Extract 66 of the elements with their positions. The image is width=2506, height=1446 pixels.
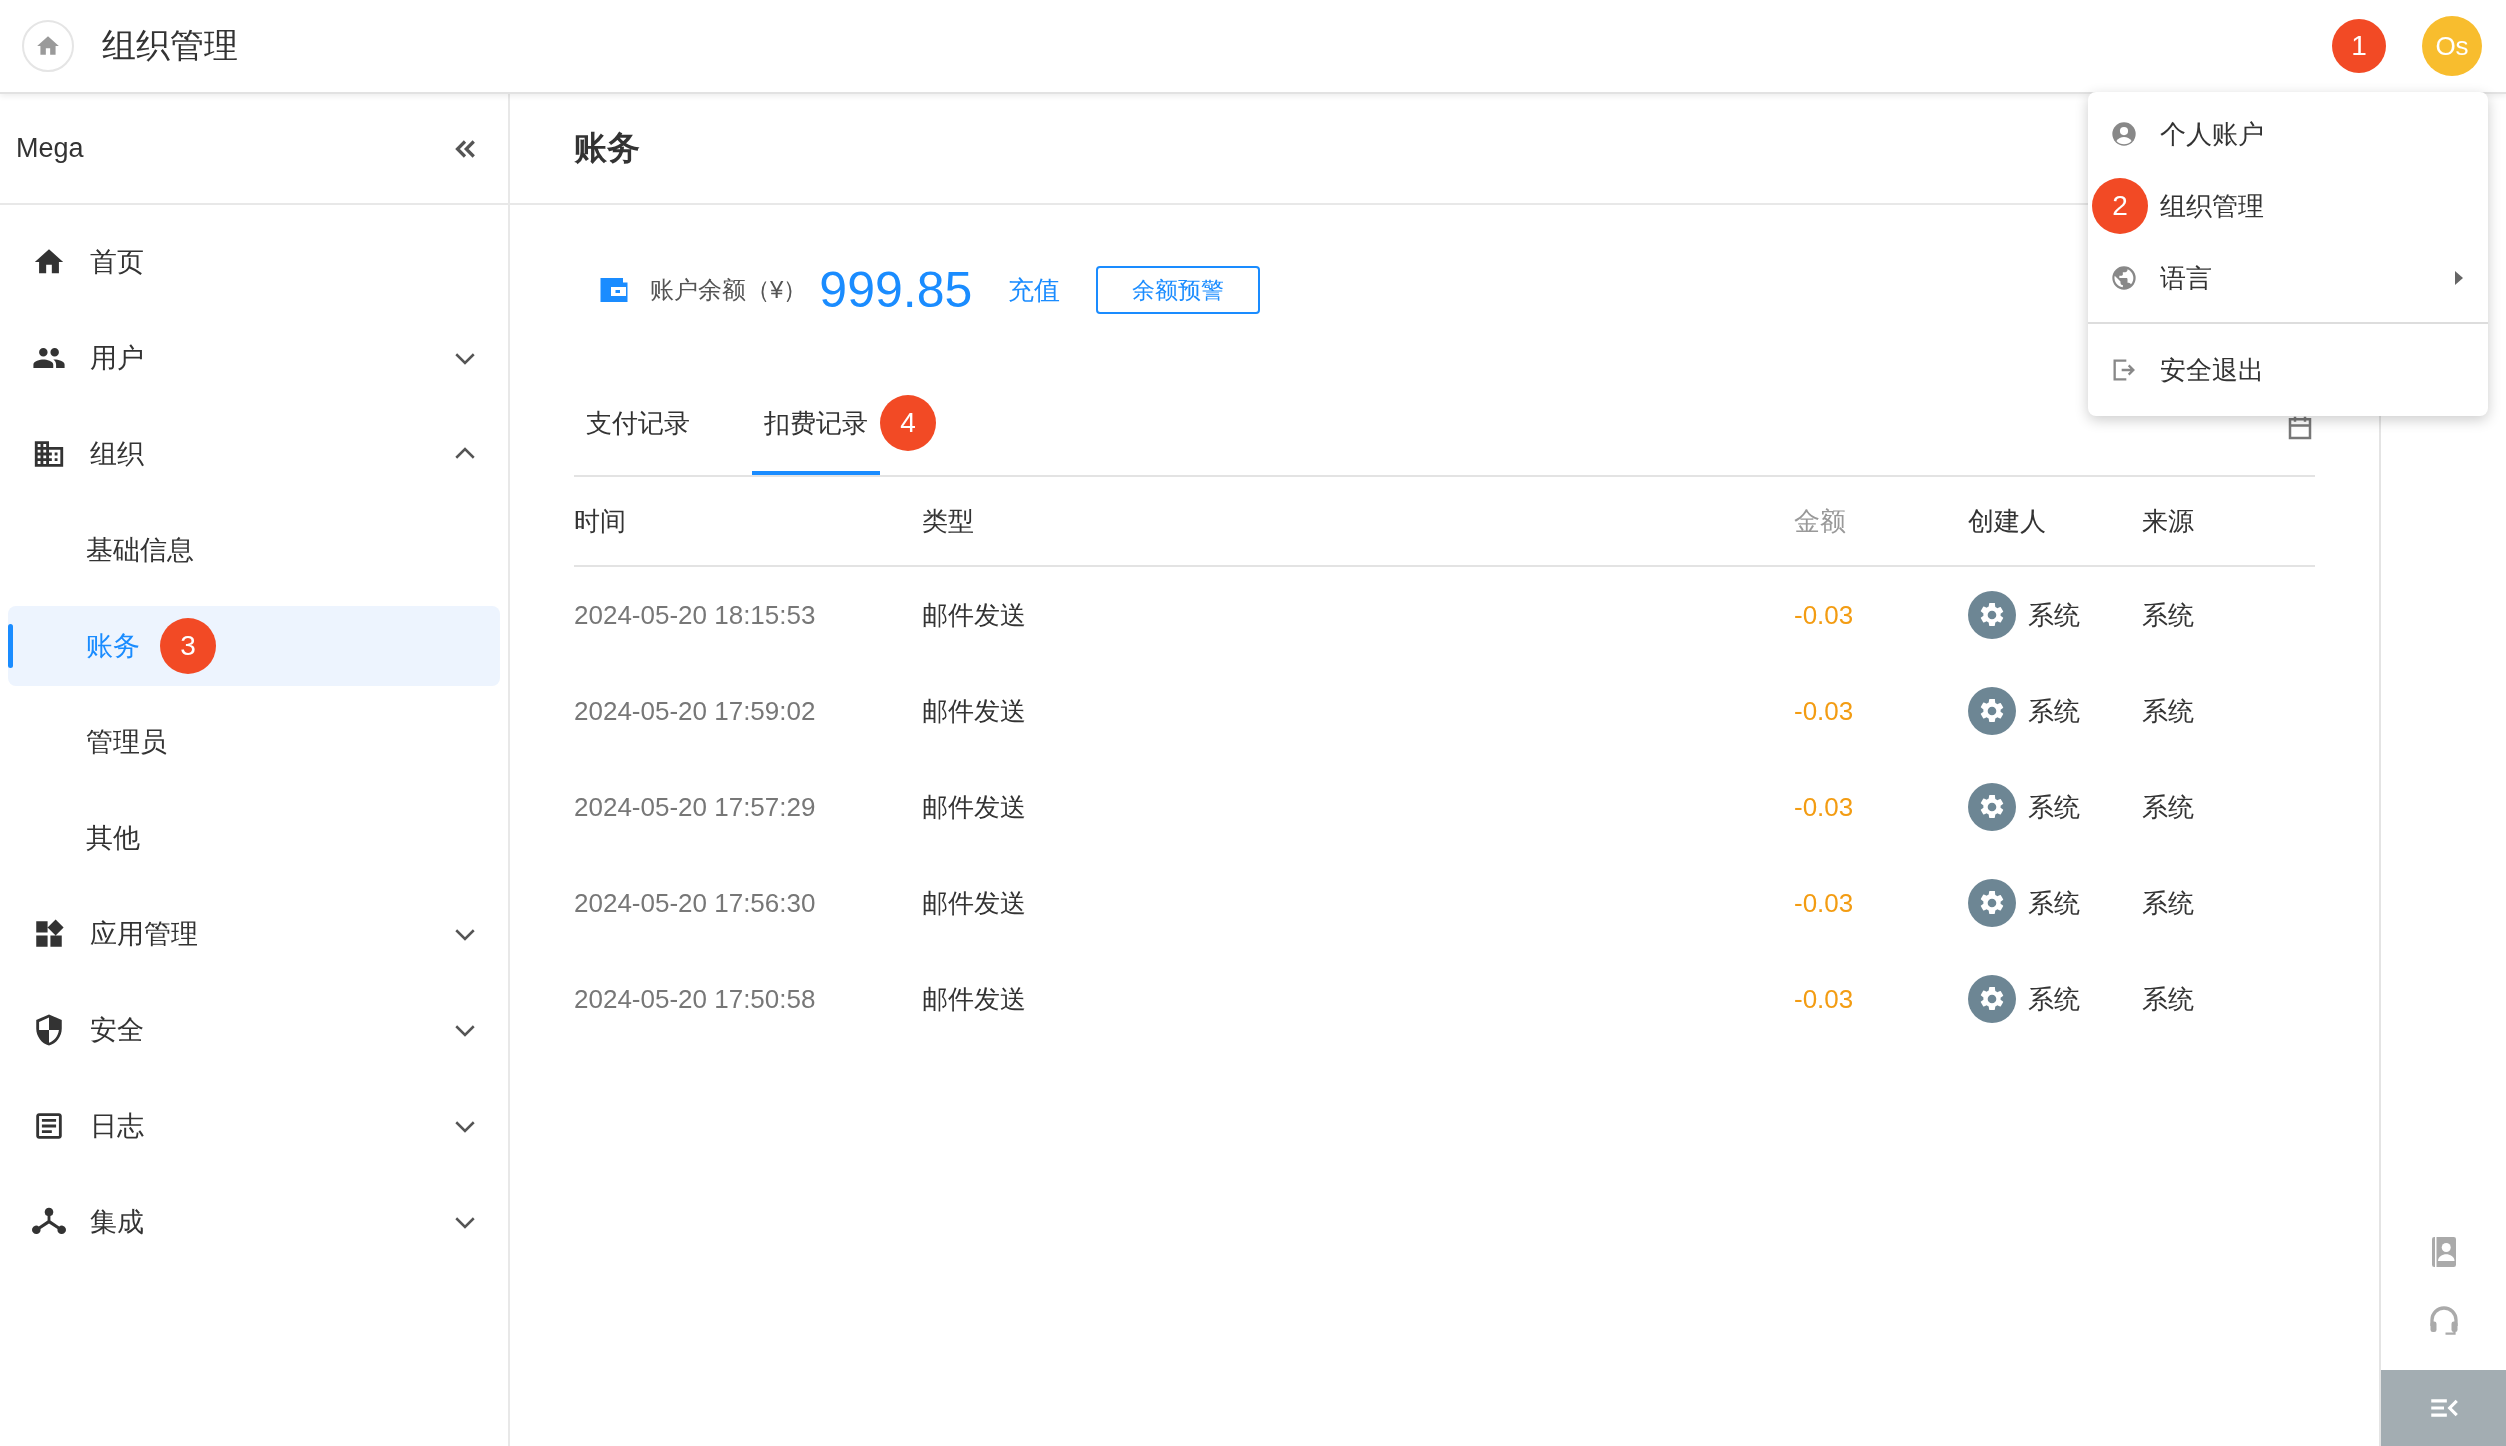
table-cell-text: 2024-05-20 17:50:58 bbox=[574, 983, 817, 1015]
table-cell-text: -0.03 bbox=[1794, 695, 1855, 727]
tab[interactable]: 支付记录 bbox=[574, 371, 702, 475]
table-cell-text: 系统 bbox=[2142, 598, 2195, 632]
gear-icon bbox=[1968, 879, 2016, 927]
table-cell-text: -0.03 bbox=[1794, 599, 1855, 631]
user-icon bbox=[2110, 120, 2138, 148]
table-cell-text: -0.03 bbox=[1794, 791, 1855, 823]
gear-icon bbox=[1968, 975, 2016, 1023]
sidebar-subitem[interactable]: 管理员 bbox=[8, 694, 500, 790]
org-name: Mega bbox=[16, 133, 84, 164]
annotation-marker: 4 bbox=[880, 395, 936, 451]
sidebar-subitem[interactable]: 账务 3 bbox=[8, 606, 500, 686]
table-cell-text: 系统 bbox=[2028, 982, 2080, 1016]
table-cell-text: 系统 bbox=[2142, 694, 2195, 728]
sidebar-item[interactable]: 安全 bbox=[8, 982, 500, 1078]
menu-item[interactable]: 2 组织管理 bbox=[2088, 170, 2488, 242]
table-cell-text: -0.03 bbox=[1794, 887, 1855, 919]
annotation-marker: 3 bbox=[160, 618, 216, 674]
table-cell-text: 邮件发送 bbox=[922, 790, 1027, 824]
page-title: 组织管理 bbox=[102, 25, 238, 66]
column-header: 金额 bbox=[1794, 504, 1847, 538]
sidebar-item[interactable]: 首页 bbox=[8, 214, 500, 310]
submenu-arrow-icon bbox=[2454, 271, 2464, 285]
annotation-marker: 2 bbox=[2092, 178, 2148, 234]
table-cell-text: 邮件发送 bbox=[922, 694, 1027, 728]
home-button[interactable] bbox=[22, 20, 74, 72]
gear-icon bbox=[1968, 687, 2016, 735]
sidebar-subitem[interactable]: 其他 bbox=[8, 790, 500, 886]
sidebar-subitem[interactable]: 基础信息 bbox=[8, 502, 500, 598]
table-cell-text: 2024-05-20 18:15:53 bbox=[574, 599, 817, 631]
table-cell-text: 邮件发送 bbox=[922, 982, 1027, 1016]
column-header: 时间 bbox=[574, 504, 627, 538]
tab[interactable]: 扣费记录 bbox=[752, 371, 880, 475]
balance-amount: 999.85 bbox=[819, 261, 973, 319]
menu-item[interactable]: 安全退出 bbox=[2088, 324, 2488, 416]
table-cell-text: 邮件发送 bbox=[922, 598, 1027, 632]
table-cell-text: 2024-05-20 17:57:29 bbox=[574, 791, 817, 823]
sidebar-item[interactable]: 组织 bbox=[8, 406, 500, 502]
column-header: 创建人 bbox=[1968, 504, 2047, 538]
balance-label: 账户余额（¥） bbox=[650, 275, 808, 305]
section-title: 账务 bbox=[574, 128, 640, 168]
menu-item[interactable]: 个人账户 bbox=[2088, 98, 2488, 170]
menu-item[interactable]: 语言 bbox=[2088, 242, 2488, 314]
table-cell-text: 系统 bbox=[2028, 694, 2080, 728]
annotation-marker: 1 bbox=[2332, 19, 2386, 73]
table-cell-text: 2024-05-20 17:56:30 bbox=[574, 887, 817, 919]
collapse-panel-button[interactable] bbox=[2381, 1370, 2506, 1446]
globe-icon bbox=[2110, 264, 2138, 292]
gear-icon bbox=[1968, 783, 2016, 831]
sidebar-item[interactable]: 集成 bbox=[8, 1174, 500, 1270]
column-header: 类型 bbox=[922, 504, 975, 538]
table-cell-text: -0.03 bbox=[1794, 983, 1855, 1015]
table-cell-text: 2024-05-20 17:59:02 bbox=[574, 695, 817, 727]
sidebar-item[interactable]: 用户 bbox=[8, 310, 500, 406]
table-cell-text: 系统 bbox=[2028, 886, 2080, 920]
table-cell-text: 系统 bbox=[2028, 790, 2080, 824]
table-cell-text: 系统 bbox=[2142, 886, 2195, 920]
sidebar-item[interactable]: 应用管理 bbox=[8, 886, 500, 982]
gear-icon bbox=[1968, 591, 2016, 639]
sidebar-item[interactable]: 日志 bbox=[8, 1078, 500, 1174]
table-cell-text: 邮件发送 bbox=[922, 886, 1027, 920]
table-cell-text: 系统 bbox=[2028, 598, 2080, 632]
table-cell-text: 系统 bbox=[2142, 790, 2195, 824]
column-header: 来源 bbox=[2142, 504, 2195, 538]
table-cell-text: 系统 bbox=[2142, 982, 2195, 1016]
